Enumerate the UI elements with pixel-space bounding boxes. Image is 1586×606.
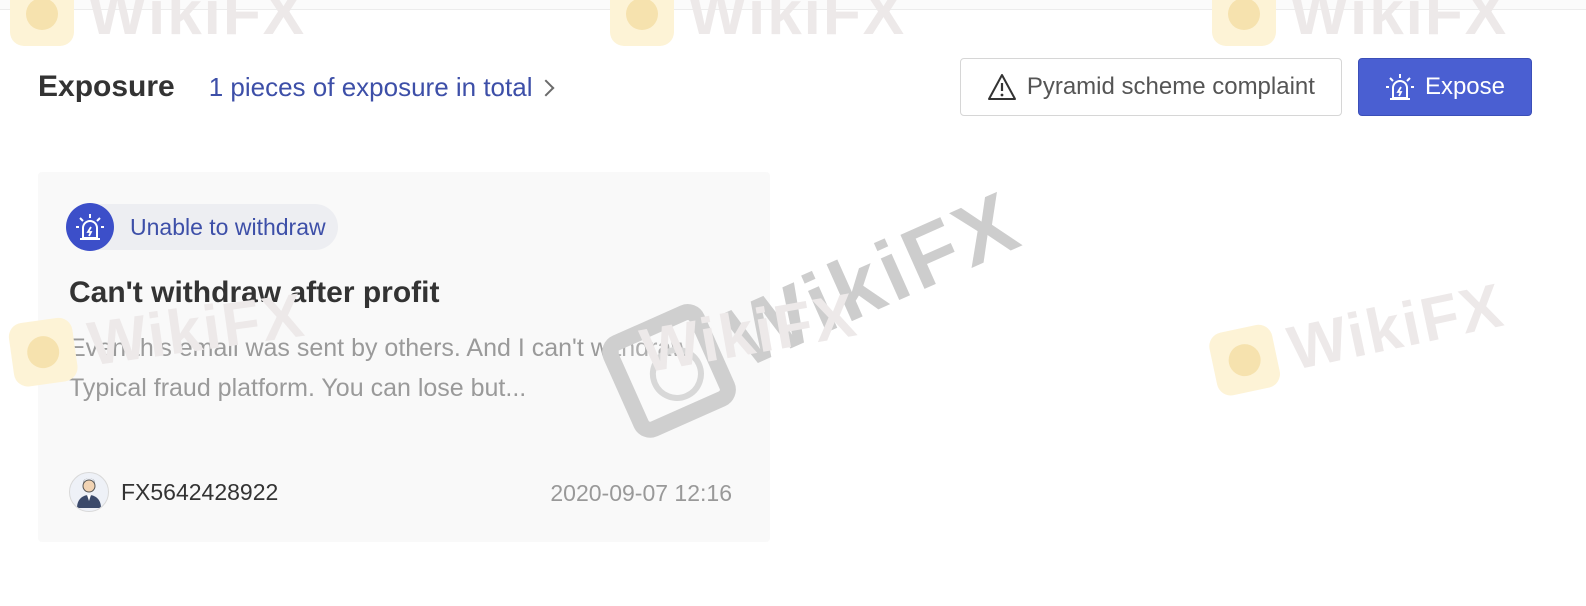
author-name: FX5642428922 (121, 478, 279, 505)
exposure-total-link[interactable]: 1 pieces of exposure in total (208, 71, 555, 103)
pyramid-complaint-button[interactable]: Pyramid scheme complaint (959, 58, 1342, 116)
wikifx-watermark-logo-icon (1206, 321, 1283, 398)
exposure-date: 2020-09-07 12:16 (550, 480, 732, 506)
header-actions: Pyramid scheme complaint Expose (959, 58, 1532, 116)
exposure-author: FX5642428922 (69, 472, 278, 512)
page-title: Exposure (38, 70, 175, 103)
expose-label: Expose (1424, 73, 1505, 100)
top-divider (0, 0, 1586, 10)
user-avatar-icon (69, 472, 109, 512)
exposure-card[interactable]: Unable to withdraw Can't withdraw after … (38, 172, 770, 542)
exposure-excerpt: Even this email was sent by others. And … (69, 334, 695, 402)
watermark-text: WikiFX (1282, 270, 1511, 384)
exposure-total-text: 1 pieces of exposure in total (208, 71, 533, 102)
exposure-title: Can't withdraw after profit (69, 276, 440, 309)
alarm-light-icon (1385, 74, 1414, 100)
warning-triangle-icon (987, 74, 1016, 100)
watermark: WikiFX (1206, 270, 1510, 401)
exposure-category-tag: Unable to withdraw (66, 203, 338, 251)
person-glyph (77, 478, 101, 508)
pyramid-complaint-label: Pyramid scheme complaint (1026, 73, 1315, 100)
chevron-right-icon (537, 79, 555, 97)
exposure-page: WikiFX WikiFX WikiFX WikiFX Exposure 1 p… (0, 0, 1586, 606)
exposure-header: Exposure 1 pieces of exposure in total P… (38, 58, 1532, 116)
exposure-category-label: Unable to withdraw (130, 213, 326, 240)
expose-button[interactable]: Expose (1357, 58, 1532, 116)
alarm-light-glyph (76, 214, 104, 240)
alarm-light-icon (66, 203, 114, 251)
